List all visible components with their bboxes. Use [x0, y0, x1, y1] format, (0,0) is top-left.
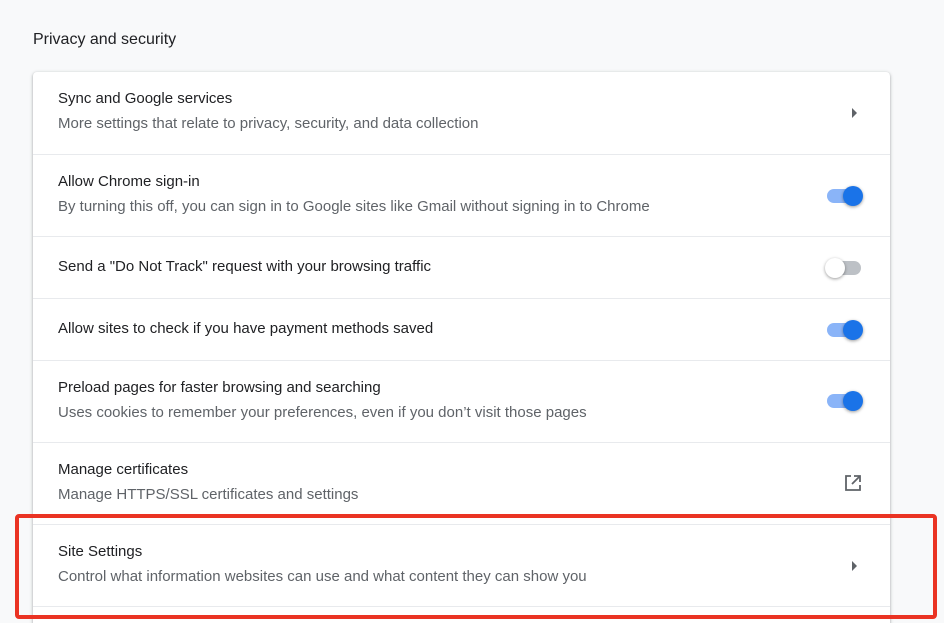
- row-title: Site Settings: [58, 543, 143, 560]
- row-title: Preload pages for faster browsing and se…: [58, 379, 381, 396]
- toggle-knob: [843, 186, 863, 206]
- section-title: Privacy and security: [33, 31, 177, 48]
- row-subtitle: More settings that relate to privacy, se…: [58, 115, 479, 132]
- preload-pages-toggle[interactable]: [825, 391, 865, 411]
- row-subtitle: Uses cookies to remember your preference…: [58, 404, 587, 421]
- external-link-icon[interactable]: [843, 473, 863, 493]
- payment-methods-toggle[interactable]: [825, 320, 865, 340]
- chevron-right-icon[interactable]: [852, 561, 857, 571]
- toggle-knob: [825, 258, 845, 278]
- do-not-track-toggle[interactable]: [825, 258, 865, 278]
- allow-chrome-sign-in-row: Allow Chrome sign-in By turning this off…: [33, 154, 890, 236]
- row-text: Sync and Google services More settings t…: [58, 89, 800, 134]
- row-title: Send a "Do Not Track" request with your …: [58, 258, 432, 275]
- row-subtitle: Control what information websites can us…: [58, 568, 587, 585]
- privacy-security-card: Sync and Google services More settings t…: [33, 72, 890, 623]
- row-text: Manage certificates Manage HTTPS/SSL cer…: [58, 460, 800, 505]
- row-text: Send a "Do Not Track" request with your …: [58, 257, 800, 277]
- row-text: Preload pages for faster browsing and se…: [58, 378, 800, 423]
- toggle-knob: [843, 391, 863, 411]
- row-title: Allow Chrome sign-in: [58, 173, 200, 190]
- next-row: [33, 606, 890, 623]
- allow-chrome-sign-in-toggle[interactable]: [825, 186, 865, 206]
- row-title: Manage certificates: [58, 461, 189, 478]
- row-subtitle: By turning this off, you can sign in to …: [58, 198, 650, 215]
- manage-certificates-row[interactable]: Manage certificates Manage HTTPS/SSL cer…: [33, 442, 890, 524]
- chevron-right-icon[interactable]: [852, 108, 857, 118]
- row-text: Site Settings Control what information w…: [58, 542, 800, 587]
- row-text: Allow Chrome sign-in By turning this off…: [58, 172, 800, 217]
- row-text: Allow sites to check if you have payment…: [58, 319, 800, 339]
- site-settings-row[interactable]: Site Settings Control what information w…: [33, 524, 890, 606]
- payment-methods-row: Allow sites to check if you have payment…: [33, 298, 890, 360]
- preload-pages-row: Preload pages for faster browsing and se…: [33, 360, 890, 442]
- sync-and-google-services-row[interactable]: Sync and Google services More settings t…: [33, 72, 890, 154]
- row-title: Allow sites to check if you have payment…: [58, 320, 434, 337]
- row-subtitle: Manage HTTPS/SSL certificates and settin…: [58, 486, 359, 503]
- row-title: Sync and Google services: [58, 90, 233, 107]
- settings-page: Privacy and security Sync and Google ser…: [0, 0, 944, 623]
- toggle-knob: [843, 320, 863, 340]
- do-not-track-row: Send a "Do Not Track" request with your …: [33, 236, 890, 298]
